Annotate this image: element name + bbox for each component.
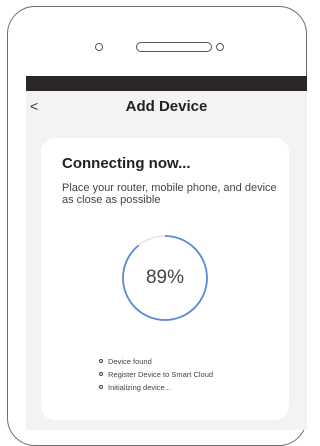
circle-bullet-icon [99, 359, 103, 363]
step-label: Initializing device... [108, 383, 171, 392]
step-device-found: Device found [99, 356, 213, 367]
circle-bullet-icon [99, 372, 103, 376]
step-label: Register Device to Smart Cloud [108, 370, 214, 379]
step-initializing-device: Initializing device... [99, 382, 213, 393]
circle-bullet-icon [99, 385, 103, 389]
proximity-sensor-icon [216, 43, 224, 51]
front-camera-icon [95, 43, 103, 51]
page-title: Add Device [125, 98, 208, 115]
earpiece-speaker [136, 42, 212, 52]
progress-ring: 89% [121, 234, 209, 322]
status-bar [26, 76, 307, 91]
connecting-instructions: Place your router, mobile phone, and dev… [62, 182, 277, 206]
connecting-heading: Connecting now... [62, 155, 191, 172]
connecting-card: Connecting now... Place your router, mob… [41, 138, 289, 420]
app-screen: < Add Device Connecting now... Place you… [26, 76, 307, 430]
nav-bar: < Add Device [26, 91, 307, 122]
connection-steps-list: Device found Register Device to Smart Cl… [99, 356, 213, 395]
progress-percentage: 89% [145, 267, 185, 288]
step-label: Device found [108, 357, 152, 366]
step-register-device: Register Device to Smart Cloud [99, 369, 213, 380]
